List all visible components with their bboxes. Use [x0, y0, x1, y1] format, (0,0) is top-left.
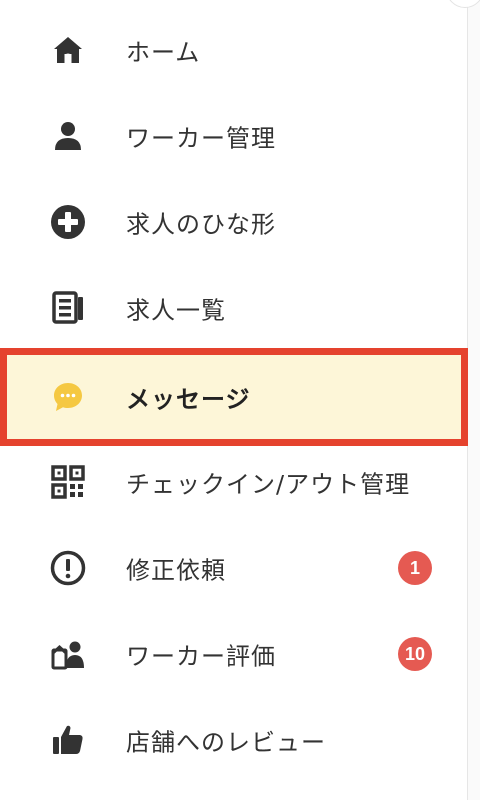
sidebar-item-worker-rating[interactable]: ワーカー評価 10 — [0, 611, 468, 697]
qr-code-icon — [48, 462, 88, 502]
sidebar-item-home[interactable]: ホーム — [0, 7, 468, 93]
person-icon — [48, 116, 88, 156]
list-icon — [48, 288, 88, 328]
sidebar-item-correction-requests[interactable]: 修正依頼 1 — [0, 525, 468, 611]
sidebar-item-store-review[interactable]: 店舗へのレビュー — [0, 697, 468, 783]
worker-rating-icon — [48, 634, 88, 674]
sidebar-item-label: ワーカー評価 — [126, 642, 276, 671]
sidebar-nav: ホーム ワーカー管理 求人のひな形 求人一覧 メッセージ チェックイン/アウト管… — [0, 0, 468, 800]
thumbs-up-icon — [48, 720, 88, 760]
sidebar-item-label: 修正依頼 — [126, 556, 226, 585]
sidebar-item-label: ホーム — [126, 38, 201, 67]
main-content-edge — [468, 0, 480, 800]
sidebar-item-label: 求人のひな形 — [126, 210, 276, 239]
sidebar-item-label: チェックイン/アウト管理 — [126, 470, 411, 499]
sidebar-item-checkin-checkout[interactable]: チェックイン/アウト管理 — [0, 439, 468, 525]
sidebar-item-job-list[interactable]: 求人一覧 — [0, 265, 468, 351]
notification-badge: 10 — [398, 637, 432, 671]
sidebar-item-messages[interactable]: メッセージ — [0, 348, 468, 446]
exclamation-circle-icon — [48, 548, 88, 588]
sidebar-item-label: 店舗へのレビュー — [126, 728, 326, 757]
chat-bubble-icon — [48, 377, 88, 417]
notification-badge: 1 — [398, 551, 432, 585]
sidebar-item-label: 求人一覧 — [126, 296, 226, 325]
plus-circle-icon — [48, 202, 88, 242]
sidebar-item-worker-management[interactable]: ワーカー管理 — [0, 93, 468, 179]
sidebar-item-label: ワーカー管理 — [126, 124, 276, 153]
sidebar-item-job-template[interactable]: 求人のひな形 — [0, 179, 468, 265]
sidebar-item-label: メッセージ — [126, 385, 251, 414]
home-icon — [48, 30, 88, 70]
